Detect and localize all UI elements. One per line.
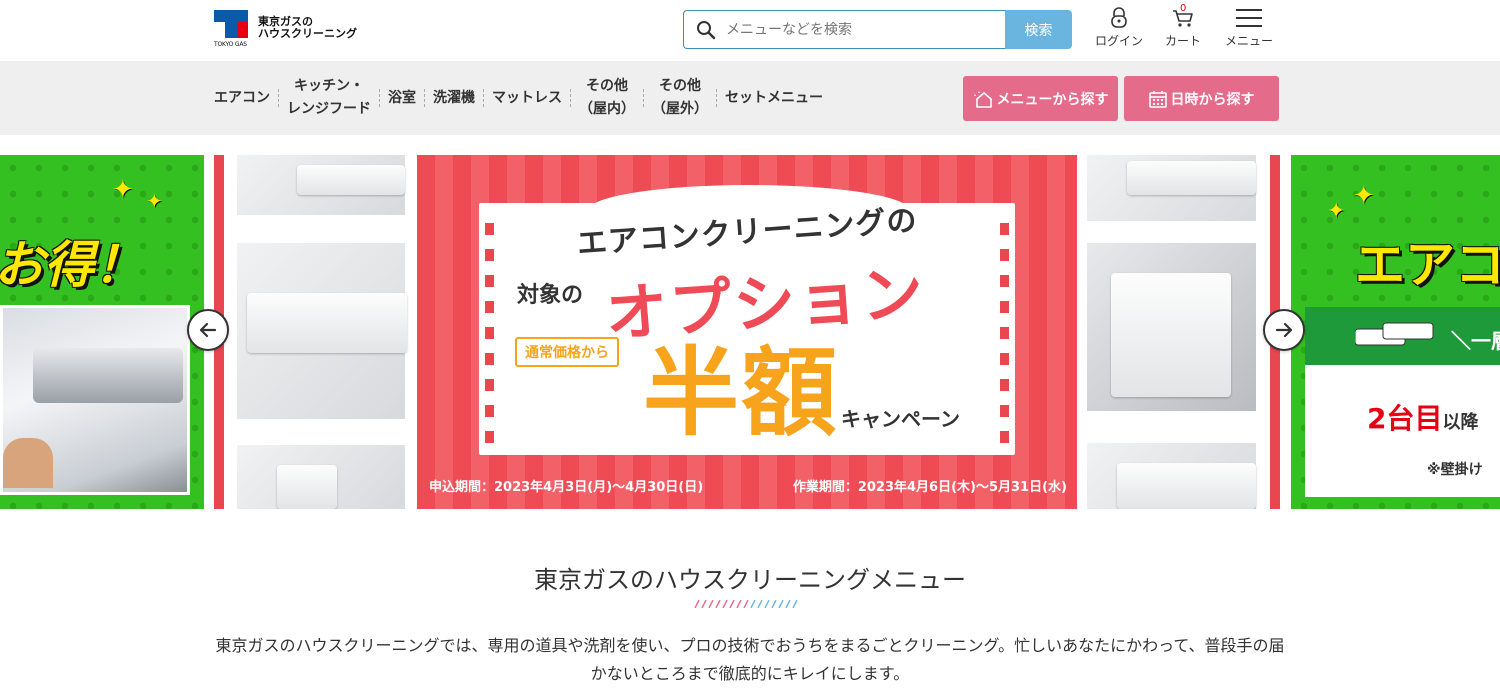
next-slide-wall-note: ※壁掛け <box>1427 462 1483 478</box>
banner-periods: 申込期間：2023年4月3日(月)～4月30日(日) 作業期間：2023年4月6… <box>429 476 1077 495</box>
cart-label: カート <box>1164 34 1201 48</box>
logo-text: 東京ガスの ハウスクリーニング <box>258 16 357 40</box>
next-slide-second-unit: 2台目以降 <box>1367 402 1479 435</box>
lock-icon <box>1111 7 1127 28</box>
carousel-slide-prev[interactable]: ✦ ✦ お得！ <box>0 155 204 509</box>
search-by-menu-label: メニューから探す <box>996 91 1109 108</box>
site-header: TOKYO GAS 東京ガスの ハウスクリーニング 検索 ログイン <box>0 0 1500 61</box>
search-bar: 検索 <box>683 10 1072 49</box>
search-by-date-label: 日時から探す <box>1170 91 1255 108</box>
campaign-banner[interactable]: エアコンクリーニングの 対象の オプション 通常価格から 半額 キャンペーン 申… <box>417 155 1077 509</box>
nav-item-kitchen[interactable]: キッチン・ レンジフード <box>279 75 379 121</box>
sparkle-icon: ✦ <box>1353 181 1375 211</box>
sparkle-icon: ✦ <box>1327 199 1346 224</box>
logo-text-line2: ハウスクリーニング <box>258 27 357 40</box>
nav-item-other-outdoor[interactable]: その他 （屋外） <box>644 75 716 121</box>
search-by-date-button[interactable]: 日時から探す <box>1124 76 1279 121</box>
carousel-next-button[interactable] <box>1263 309 1305 351</box>
search-by-menu-button[interactable]: メニューから探す <box>963 76 1118 121</box>
carousel-prev-button[interactable] <box>187 309 229 351</box>
aircon-photo-thumb <box>1087 443 1256 509</box>
calendar-icon <box>1148 90 1167 108</box>
aircon-photo-thumb <box>1087 155 1256 221</box>
banner-work-period: 作業期間：2023年4月6日(木)～5月31日(水) <box>792 480 1067 495</box>
cart-count-badge: 0 <box>1180 3 1187 14</box>
nav-item-mattress[interactable]: マットレス <box>484 87 570 110</box>
login-label: ログイン <box>1094 34 1143 48</box>
banner-regular-price: 通常価格から <box>515 337 619 367</box>
section-description: 東京ガスのハウスクリーニングでは、専用の道具や洗剤を使い、プロの技術でおうちをま… <box>215 636 1285 683</box>
tokyo-gas-logo-icon: TOKYO GAS <box>214 10 248 52</box>
carousel-slide-next[interactable]: ✦ ✦ エアコ ＼一層 2台目以降 ※壁掛け <box>1291 155 1500 509</box>
search-input[interactable] <box>726 21 986 38</box>
banner-apply-period: 申込期間：2023年4月3日(月)～4月30日(日) <box>429 480 704 495</box>
prev-slide-text: お得！ <box>0 236 144 294</box>
hero-carousel: ✦ ✦ お得！ エアコンクリーニングの 対象の オプション 通常価格から 半額 … <box>0 155 1500 509</box>
hamburger-icon <box>1236 9 1262 27</box>
nav-item-other-indoor[interactable]: その他 （屋内） <box>571 75 643 121</box>
banner-half-price: 半額 <box>643 337 839 449</box>
search-button[interactable]: 検索 <box>1005 10 1072 49</box>
aircon-photo-thumb <box>237 155 405 215</box>
arrow-right-icon <box>1275 322 1293 338</box>
menu-label: メニュー <box>1224 34 1273 48</box>
nav-item-bathroom[interactable]: 浴室 <box>380 87 424 110</box>
nav-item-set-menu[interactable]: セットメニュー <box>717 87 831 110</box>
search-icon <box>697 20 716 39</box>
search-field[interactable] <box>683 10 1005 49</box>
nav-item-aircon[interactable]: エアコン <box>214 87 278 110</box>
login-link[interactable]: ログイン <box>1094 4 1144 49</box>
category-nav: エアコン キッチン・ レンジフード 浴室 洗濯機 マットレス その他 （屋内） その… <box>0 61 1500 135</box>
aircon-photo-thumb <box>237 243 407 419</box>
next-slide-aircon-text: エアコ <box>1355 236 1500 294</box>
next-slide-ichi: ＼一層 <box>1451 329 1500 353</box>
next-slide-card: ＼一層 2台目以降 ※壁掛け <box>1305 307 1500 497</box>
nav-item-washer[interactable]: 洗濯機 <box>425 87 483 110</box>
section-title: 東京ガスのハウスクリーニングメニュー <box>534 566 966 594</box>
banner-campaign: キャンペーン <box>841 407 960 431</box>
title-underline-decoration <box>694 600 798 608</box>
menu-button[interactable]: メニュー <box>1224 4 1274 49</box>
aircon-unit-icon <box>1355 322 1434 346</box>
sparkle-icon: ✦ <box>146 189 163 213</box>
outdoor-unit-photo-thumb <box>1087 243 1256 411</box>
aircon-photo-thumb <box>237 445 405 509</box>
aircon-cleaning-photo <box>0 305 190 495</box>
site-logo[interactable]: TOKYO GAS 東京ガスの ハウスクリーニング <box>214 10 357 52</box>
logo-small-text: TOKYO GAS <box>214 41 247 48</box>
house-sparkle-icon <box>973 90 992 108</box>
sparkle-icon: ✦ <box>112 175 134 205</box>
banner-taisho: 対象の <box>517 283 584 308</box>
cart-link[interactable]: 0 カート <box>1162 3 1204 49</box>
arrow-left-icon <box>199 322 217 338</box>
